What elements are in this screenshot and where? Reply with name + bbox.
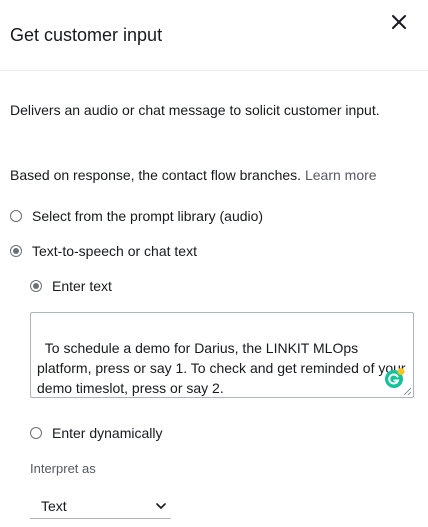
learn-more-link[interactable]: Learn more (305, 167, 377, 183)
radio-button[interactable] (30, 427, 42, 439)
radio-enter-dynamically[interactable]: Enter dynamically (30, 425, 163, 441)
message-text[interactable]: To schedule a demo for Darius, the LINKI… (37, 340, 409, 396)
radio-text-to-speech[interactable]: Text-to-speech or chat text (10, 243, 197, 259)
grammarly-icon[interactable] (383, 367, 405, 389)
branch-text: Based on response, the contact flow bran… (10, 167, 302, 183)
panel-header: Get customer input (0, 0, 428, 71)
radio-button[interactable] (30, 280, 42, 292)
radio-button[interactable] (10, 245, 22, 257)
radio-prompt-library[interactable]: Select from the prompt library (audio) (10, 208, 263, 224)
radio-label: Enter text (52, 278, 112, 294)
message-textarea[interactable]: To schedule a demo for Darius, the LINKI… (30, 312, 414, 398)
radio-label: Text-to-speech or chat text (32, 243, 197, 259)
chevron-down-icon (156, 503, 166, 509)
radio-label: Enter dynamically (52, 425, 163, 441)
interpret-as-label: Interpret as (30, 461, 96, 476)
branch-info: Based on response, the contact flow bran… (10, 167, 377, 183)
radio-button[interactable] (10, 210, 22, 222)
radio-label: Select from the prompt library (audio) (32, 208, 264, 224)
close-icon[interactable] (389, 12, 409, 32)
radio-enter-text[interactable]: Enter text (30, 278, 112, 294)
panel-title: Get customer input (10, 25, 163, 45)
interpret-as-select[interactable]: Text (30, 493, 171, 519)
panel-description: Delivers an audio or chat message to sol… (10, 102, 380, 118)
select-value: Text (41, 498, 67, 514)
